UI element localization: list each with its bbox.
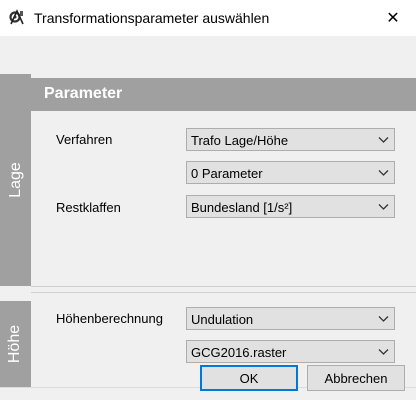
ok-button[interactable]: OK (200, 365, 298, 391)
close-button[interactable]: ✕ (370, 0, 416, 36)
section-label-hoehe: Höhe (6, 324, 24, 364)
close-icon: ✕ (386, 10, 400, 27)
dialog-content: Lage Parameter Verfahren Trafo Lage/Höhe… (0, 36, 416, 400)
section-tab-hoehe: Höhe (0, 301, 31, 387)
verfahren-select[interactable]: Trafo Lage/Höhe (186, 128, 395, 151)
cancel-button[interactable]: Abbrechen (307, 365, 405, 391)
verfahren-value: Trafo Lage/Höhe (191, 133, 289, 148)
raster-value: GCG2016.raster (191, 345, 287, 360)
chevron-down-icon (378, 204, 389, 210)
title-bar: Transformationsparameter auswählen ✕ (0, 0, 416, 36)
parameter-select[interactable]: 0 Parameter (186, 161, 395, 184)
chevron-down-icon (378, 170, 389, 176)
hoehenberechnung-select[interactable]: Undulation (186, 307, 395, 330)
restklaffen-value: Bundesland [1/s²] (191, 200, 293, 215)
hoehenberechnung-label: Höhenberechnung (56, 311, 163, 326)
raster-select[interactable]: GCG2016.raster (186, 340, 395, 363)
hoehenberechnung-value: Undulation (191, 312, 254, 327)
chevron-down-icon (378, 316, 389, 322)
parameter-header-label: Parameter (44, 85, 123, 102)
panel-lage: Verfahren Trafo Lage/Höhe 0 Parameter Re… (31, 111, 416, 286)
section-tab-lage: Lage (0, 74, 31, 286)
restklaffen-select[interactable]: Bundesland [1/s²] (186, 195, 395, 218)
gear-compass-icon (9, 9, 24, 25)
chevron-down-icon (378, 137, 389, 143)
verfahren-label: Verfahren (56, 132, 113, 147)
parameter-header: Parameter (31, 78, 416, 111)
window-title: Transformationsparameter auswählen (34, 10, 270, 26)
parameter-value: 0 Parameter (191, 166, 263, 181)
section-label-lage: Lage (6, 162, 24, 198)
restklaffen-label: Restklaffen (56, 200, 121, 215)
chevron-down-icon (378, 349, 389, 355)
